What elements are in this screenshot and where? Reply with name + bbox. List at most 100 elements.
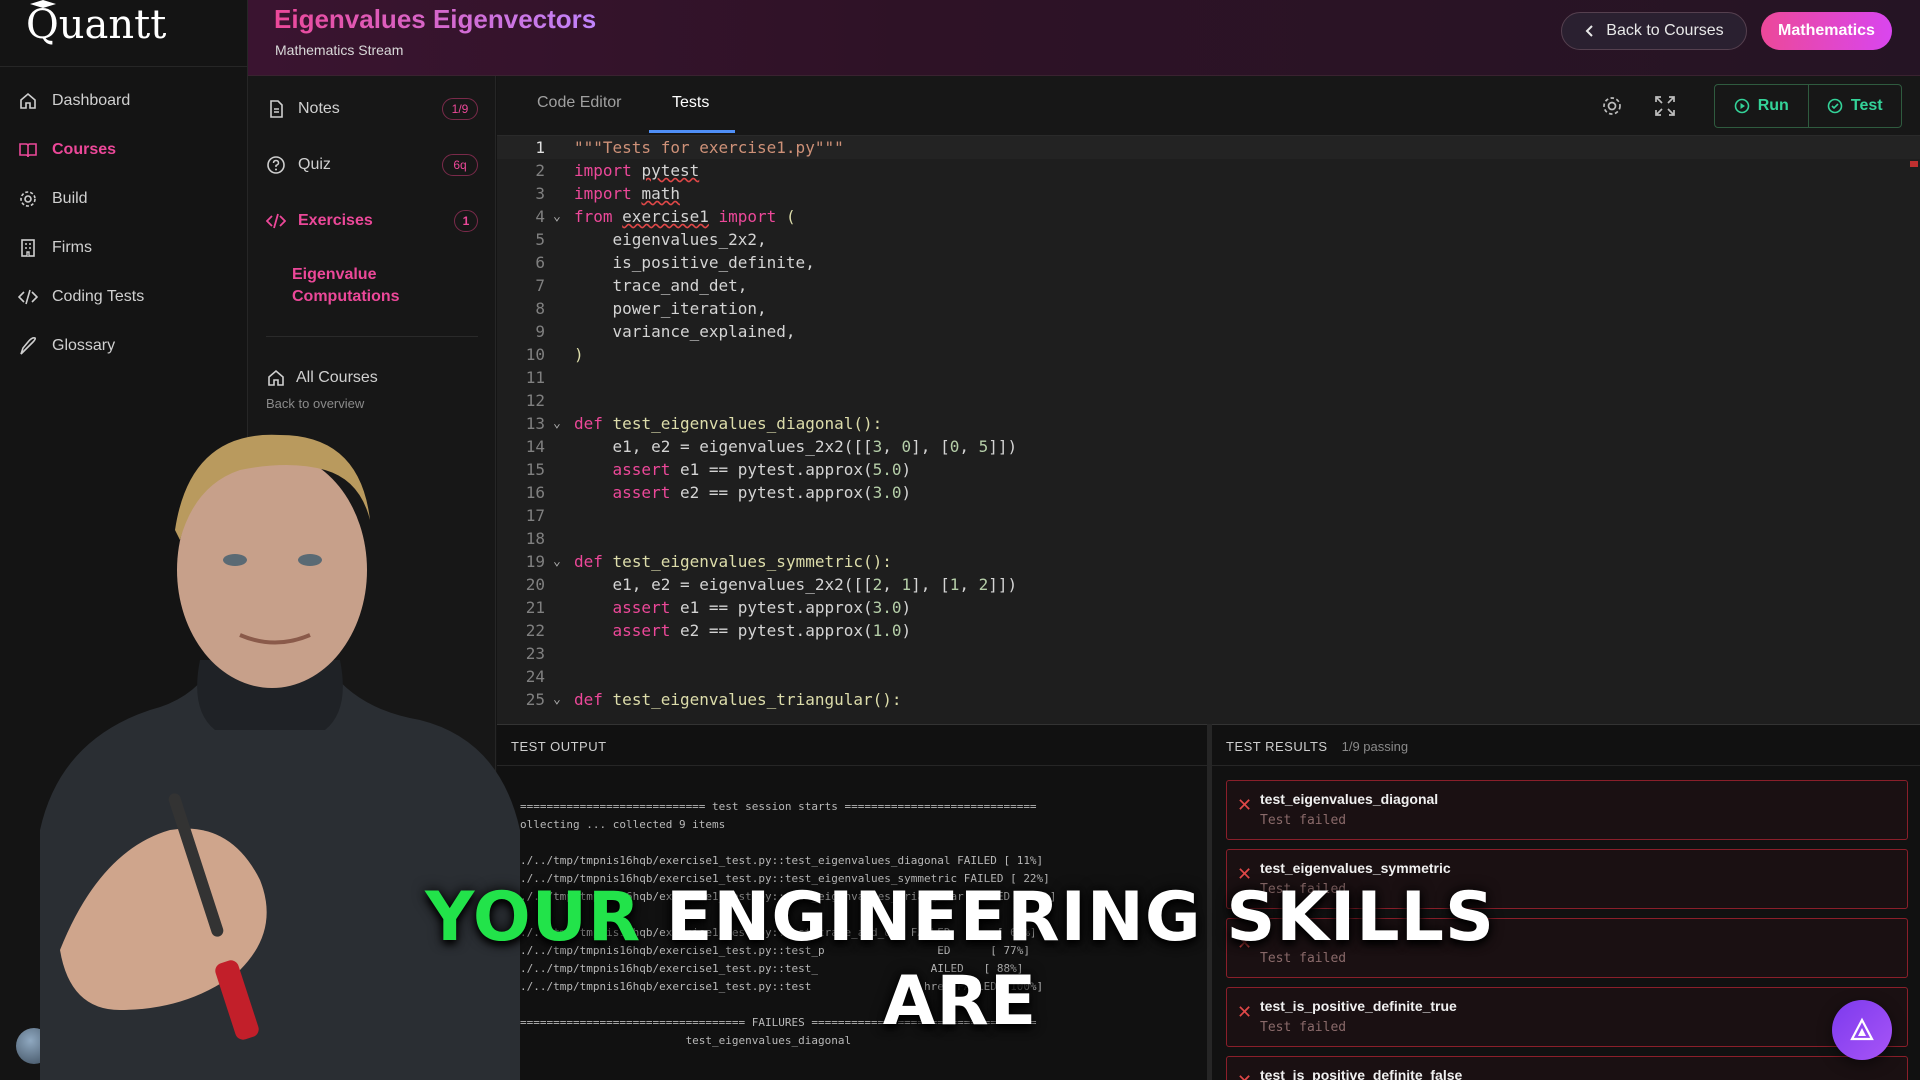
code-line: 14 e1, e2 = eigenvalues_2x2([[3, 0], [0,…: [525, 437, 1018, 456]
tab-tests[interactable]: Tests: [672, 94, 709, 112]
app-logo[interactable]: Quantt: [26, 2, 166, 48]
log-line: ./../tmp/tmpnis16hqb/exercise1_test.py::…: [520, 854, 1044, 867]
run-test-group: Run Test: [1714, 84, 1902, 128]
code-line: 3 import math: [535, 184, 680, 203]
document-icon: [270, 100, 283, 118]
sidebar-label: Notes: [298, 100, 340, 117]
code-line: 4 ⌄ from exercise1 import (: [535, 207, 796, 226]
code-line: 16 assert e2 == pytest.approx(3.0): [525, 483, 912, 502]
nav-item-firms[interactable]: Firms: [18, 233, 92, 263]
nav-label: Coding Tests: [52, 288, 145, 305]
code-line: 21 assert e1 == pytest.approx(3.0): [525, 598, 912, 617]
caption-line-1: YOUR ENGINEERING SKILLS: [0, 878, 1920, 957]
code-line: 6 is_positive_definite,: [535, 253, 815, 272]
code-line: 17: [525, 506, 545, 525]
nav-label: Build: [52, 190, 88, 207]
code-line: 2 import pytest: [535, 161, 700, 180]
home-icon: [20, 92, 36, 109]
caption-words: ENGINEERING SKILLS: [665, 878, 1495, 957]
nav-label: Glossary: [52, 337, 116, 354]
run-button[interactable]: Run: [1715, 85, 1808, 127]
all-courses-label: All Courses: [296, 369, 378, 386]
nav-item-coding-tests[interactable]: Coding Tests: [18, 282, 144, 312]
all-courses-link[interactable]: All Courses: [266, 368, 378, 388]
nav-label: Courses: [52, 141, 117, 158]
code-line: 9 variance_explained,: [535, 322, 796, 341]
tab-code-editor[interactable]: Code Editor: [537, 94, 622, 112]
code-line: 12: [525, 391, 545, 410]
nav-item-courses[interactable]: Courses: [18, 135, 116, 165]
code-line: 15 assert e1 == pytest.approx(5.0): [525, 460, 912, 479]
code-line: 1 """Tests for exercise1.py""": [497, 136, 1920, 159]
results-title: TEST RESULTS: [1226, 739, 1328, 754]
editor-tabs: Code Editor Tests Run Test: [497, 76, 1920, 136]
back-to-courses-button[interactable]: Back to Courses: [1561, 12, 1747, 50]
code-line: 11: [525, 368, 545, 387]
code-line: 24: [525, 667, 545, 686]
mathematics-badge[interactable]: Mathematics: [1761, 12, 1892, 50]
code-line: 23: [525, 644, 545, 663]
back-label: Back to Courses: [1606, 22, 1724, 39]
test-name: test_is_positive_definite_false: [1260, 1067, 1463, 1080]
caption-line-2: ARE: [882, 962, 1038, 1041]
code-line: 10): [525, 345, 584, 364]
pane-divider: [1212, 765, 1920, 766]
fail-icon: ✕: [1237, 795, 1253, 815]
all-courses-sub: Back to overview: [266, 396, 365, 411]
active-tab-indicator: [649, 130, 735, 133]
code-area[interactable]: 1 """Tests for exercise1.py""" 2 import py…: [497, 136, 1920, 724]
page-subtitle: Mathematics Stream: [275, 42, 404, 58]
results-summary: 1/9 passing: [1341, 739, 1409, 754]
check-circle-icon: [1827, 98, 1843, 114]
pane-divider: [497, 765, 1207, 766]
code-line: 8 power_iteration,: [535, 299, 767, 318]
sidebar-divider: [266, 336, 478, 337]
play-icon: [1734, 98, 1749, 114]
test-result-card[interactable]: ✕ test_is_positive_definite_false: [1226, 1056, 1908, 1080]
sidebar-label: Exercises: [298, 212, 373, 229]
settings-icon[interactable]: [1600, 94, 1624, 118]
nav-item-dashboard[interactable]: Dashboard: [18, 86, 130, 116]
code-icon: [18, 289, 38, 305]
nav-label: Firms: [52, 239, 92, 256]
run-label: Run: [1757, 97, 1789, 114]
sidebar-item-notes[interactable]: Notes 1/9: [266, 94, 478, 124]
page-header: Eigenvalues Eigenvectors Mathematics Str…: [248, 0, 1920, 76]
assistant-button[interactable]: [1832, 1000, 1892, 1060]
exercise-link[interactable]: Eigenvalue Computations: [292, 264, 452, 308]
chevron-left-icon: [1585, 25, 1594, 37]
fail-icon: ✕: [1237, 1071, 1252, 1080]
code-line: 18: [525, 529, 545, 548]
gear-icon: [20, 191, 36, 207]
code-editor: Code Editor Tests Run Test 1 """Tests for…: [497, 76, 1920, 724]
fullscreen-icon[interactable]: [1653, 94, 1677, 118]
caption-highlight-word: YOUR: [425, 878, 642, 957]
code-line: 7 trace_and_det,: [535, 276, 748, 295]
code-line: 20 e1, e2 = eigenvalues_2x2([[2, 1], [1,…: [525, 575, 1018, 594]
test-button[interactable]: Test: [1807, 85, 1902, 127]
log-line: ollecting ... collected 9 items: [520, 818, 726, 831]
code-line: 19 ⌄ def test_eigenvalues_symmetric():: [525, 552, 892, 571]
nav-divider: [0, 66, 248, 67]
book-icon: [19, 143, 37, 158]
sidebar-label: Quiz: [298, 156, 331, 173]
notes-badge: 1/9: [442, 98, 478, 120]
home-icon: [268, 369, 284, 386]
code-line: 22 assert e2 == pytest.approx(1.0): [525, 621, 912, 640]
test-results-heading: TEST RESULTS 1/9 passing: [1226, 739, 1408, 754]
quiz-badge: 6q: [442, 154, 478, 176]
test-output-heading: TEST OUTPUT: [511, 739, 607, 754]
sidebar-item-exercises[interactable]: Exercises 1: [266, 206, 478, 236]
question-circle-icon: [267, 156, 285, 174]
nav-item-build[interactable]: Build: [18, 184, 88, 214]
test-status: Test failed: [1260, 813, 1347, 828]
code-icon: [266, 213, 286, 229]
building-icon: [21, 239, 35, 257]
test-name: test_eigenvalues_symmetric: [1260, 860, 1451, 876]
log-line: ============================ test sessio…: [520, 800, 1037, 813]
nav-item-glossary[interactable]: Glossary: [18, 331, 115, 361]
test-result-card[interactable]: ✕ test_eigenvalues_diagonal Test failed: [1226, 780, 1908, 840]
feather-icon: [20, 337, 37, 355]
nav-label: Dashboard: [52, 92, 131, 109]
sidebar-item-quiz[interactable]: Quiz 6q: [266, 150, 478, 180]
